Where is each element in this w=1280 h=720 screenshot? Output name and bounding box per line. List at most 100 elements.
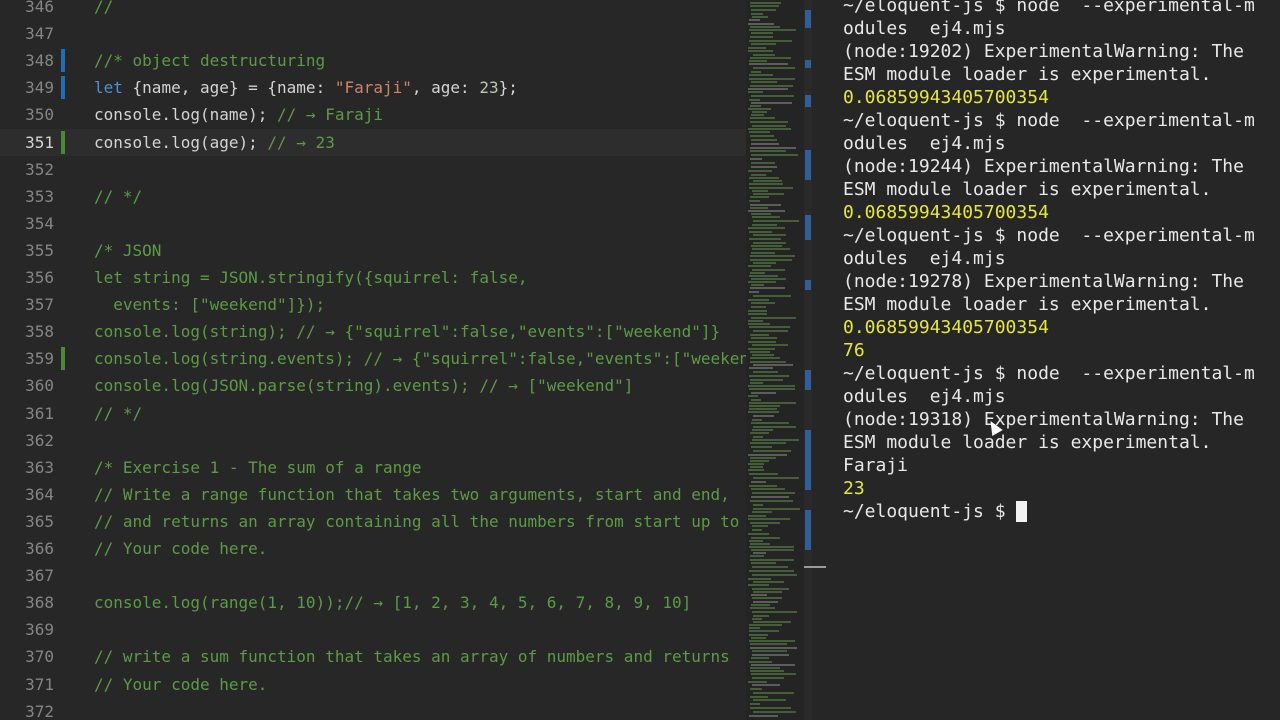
code-token: events: ["weekend"]}); — [94, 295, 326, 315]
minimap-line — [753, 692, 794, 694]
code-line[interactable]: 363 /* Exercise 1 - The sum of a range — [0, 454, 812, 481]
terminal-command-line: odules ej4.mjs — [843, 248, 1006, 269]
minimap-line — [749, 405, 780, 407]
code-line[interactable]: 347 — [0, 20, 812, 47]
minimap-line — [752, 529, 762, 531]
line-number: 363 — [25, 457, 54, 477]
minimap-line — [750, 85, 793, 87]
code-line[interactable]: 352 — [0, 156, 812, 183]
line-number: 369 — [25, 620, 54, 640]
minimap-line — [748, 281, 776, 283]
code-line[interactable]: 354 — [0, 210, 812, 237]
minimap-line — [753, 552, 766, 554]
code-line[interactable]: 367 — [0, 562, 812, 589]
line-number: 352 — [25, 159, 54, 179]
terminal-panel[interactable]: ~/eloquent-js $ node --experimental-m odu… — [826, 0, 1280, 720]
minimap-line — [751, 399, 761, 401]
minimap-line — [749, 63, 788, 65]
scrollbar-marker — [805, 60, 811, 68]
scrollbar-thumb[interactable] — [804, 566, 826, 568]
code-token: // → 23 — [267, 132, 335, 152]
minimap-line — [750, 135, 774, 137]
minimap-line — [751, 537, 780, 539]
minimap-line — [751, 317, 796, 319]
code-line[interactable]: 369 — [0, 616, 812, 643]
minimap-line — [751, 166, 777, 168]
minimap-line — [749, 238, 781, 240]
minimap-line — [752, 677, 784, 679]
terminal-output-line: 76 — [843, 340, 865, 361]
code-token: /* JSON — [94, 240, 162, 260]
code-text: // and returns an array containing all t… — [94, 508, 746, 535]
code-line[interactable]: 350 console.log(name); // → Faraji — [0, 101, 812, 128]
code-token: , age: — [411, 78, 480, 98]
code-line[interactable]: 361 // */ — [0, 400, 812, 427]
minimap-line — [753, 581, 784, 583]
code-line[interactable]: 371 // Your code here. — [0, 671, 812, 698]
terminal-output-line: ESM module loader is experimental. — [843, 179, 1212, 200]
code-line[interactable]: 353 // */ — [0, 183, 812, 210]
minimap-line — [751, 496, 789, 498]
line-number: 355 — [25, 240, 54, 260]
minimap-line — [753, 295, 791, 297]
minimap-line — [749, 634, 768, 636]
minimap-line — [748, 265, 771, 267]
code-token: // Your code here. — [94, 674, 268, 694]
code-line[interactable]: 368 console.log(range(1, 10));// → [1, 2,… — [0, 589, 812, 616]
line-number: 357 — [25, 295, 54, 315]
minimap-line — [748, 454, 787, 456]
code-text: // */ — [94, 183, 746, 210]
minimap-line — [749, 630, 779, 632]
minimap-line — [749, 485, 777, 487]
code-line[interactable]: 360 console.log(JSON.parse(string).events… — [0, 372, 812, 399]
code-editor[interactable]: 346 // 347 348 //* object destructuring 349 l… — [0, 0, 812, 720]
code-line[interactable]: 357 events: ["weekend"]}); — [0, 291, 812, 318]
code-line[interactable]: 370 // write a sum function that takes an… — [0, 643, 812, 670]
line-number: 350 — [25, 105, 54, 125]
minimap-line — [749, 661, 772, 663]
code-line[interactable]: 348 //* object destructuring — [0, 47, 812, 74]
minimap-line — [750, 688, 762, 690]
minimap-line — [751, 71, 761, 73]
minimap-line — [753, 436, 763, 438]
minimap-line — [748, 50, 773, 52]
minimap-line — [750, 147, 796, 149]
minimap-line — [752, 439, 799, 441]
code-line[interactable]: 355 /* JSON — [0, 237, 812, 264]
minimap-line — [750, 272, 765, 274]
minimap-line — [748, 469, 764, 471]
code-line[interactable]: 365 // and returns an array containing al… — [0, 508, 812, 535]
code-line[interactable]: 356 let string = JSON.stringify({squirrel… — [0, 264, 812, 291]
minimap-line — [753, 711, 796, 713]
editor-minimap[interactable] — [746, 0, 804, 720]
line-number: 356 — [25, 268, 54, 287]
code-line[interactable]: 362 — [0, 427, 812, 454]
line-number: 348 — [25, 51, 54, 71]
terminal-command-line: ~/eloquent-js $ node --experimental-m — [843, 363, 1255, 384]
minimap-line — [751, 245, 782, 247]
minimap-line — [750, 460, 769, 462]
code-line[interactable]: 346 // — [0, 0, 812, 20]
minimap-line — [748, 463, 764, 465]
minimap-line — [753, 615, 769, 617]
code-line[interactable]: 364 // Write a range function that takes … — [0, 481, 812, 508]
minimap-line — [752, 611, 797, 613]
scrollbar-marker — [805, 215, 811, 240]
minimap-line — [751, 43, 776, 45]
editor-scrollbar[interactable] — [804, 0, 812, 720]
minimap-line — [749, 19, 760, 21]
code-line[interactable]: 359 console.log(string.events); // → {"sq… — [0, 345, 812, 372]
code-text: // — [94, 0, 746, 20]
code-token: // — [94, 0, 123, 16]
code-token: // write a sum function that takes an ar… — [94, 647, 730, 667]
scrollbar-marker — [805, 150, 811, 180]
code-line[interactable]: 372 — [0, 698, 812, 720]
minimap-line — [749, 29, 796, 31]
minimap-line — [749, 570, 794, 572]
code-line[interactable]: 351 console.log(age); // → 23 — [0, 128, 812, 156]
line-number: 367 — [25, 566, 54, 586]
code-line[interactable]: 366 // Your code here. — [0, 535, 812, 562]
code-line[interactable]: 349 let {name, age} = {name: "Faraji", ag… — [0, 74, 812, 101]
code-text: console.log(range(1, 10));// → [1, 2, 3,… — [94, 589, 746, 616]
code-line[interactable]: 358 console.log(string); // → {"squirrel"… — [0, 318, 812, 345]
